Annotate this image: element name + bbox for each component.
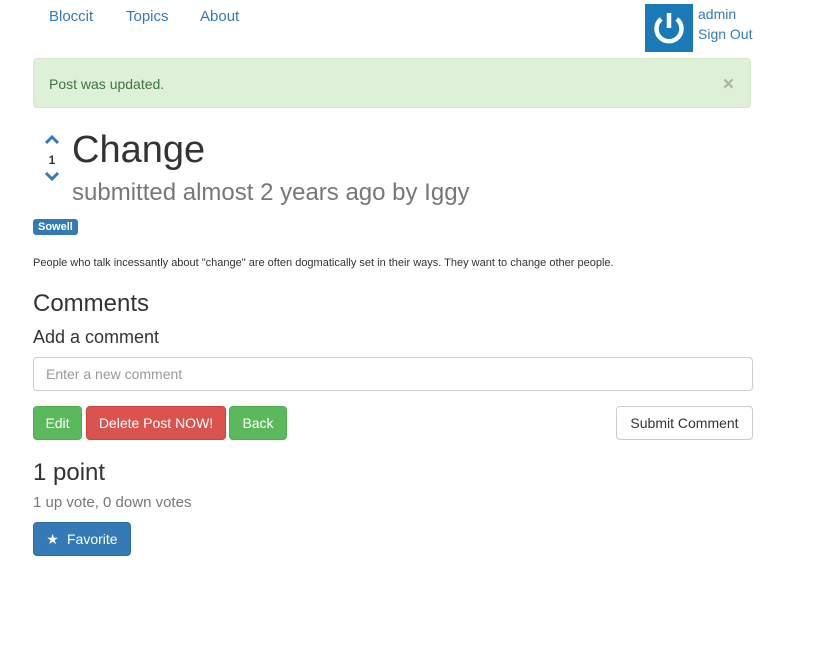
favorite-button[interactable]: ★ Favorite [33,522,131,556]
favorite-label: Favorite [66,531,118,547]
close-icon[interactable]: × [723,75,734,94]
success-alert: Post was updated. × [33,58,751,108]
delete-post-button[interactable]: Delete Post NOW! [86,406,226,440]
avatar[interactable] [645,4,693,52]
nav-link-topics[interactable]: Topics [126,8,169,25]
post-title: Change [72,129,206,171]
comments-heading: Comments [33,290,150,317]
sign-out-link[interactable]: Sign Out [698,26,752,42]
power-icon [654,13,684,44]
points-heading: 1 point [33,459,106,486]
comment-input[interactable] [33,357,753,391]
submit-comment-button[interactable]: Submit Comment [616,406,753,440]
add-comment-heading: Add a comment [33,327,160,347]
votes-summary: 1 up vote, 0 down votes [33,494,192,511]
star-icon: ★ [46,531,59,547]
nav-link-about[interactable]: About [200,8,239,25]
post-body: People who talk incessantly about "chang… [33,257,614,269]
chevron-up-icon[interactable] [44,133,60,145]
vote-count: 1 [48,153,56,167]
edit-button[interactable]: Edit [33,406,82,440]
back-button[interactable]: Back [229,406,287,440]
post-meta: submitted almost 2 years ago by Iggy [72,179,470,206]
user-name-link[interactable]: admin [698,6,736,22]
chevron-down-icon[interactable] [44,171,60,183]
nav-brand-bloccit[interactable]: Bloccit [49,8,93,25]
topic-badge[interactable]: Sowell [33,219,78,235]
alert-message: Post was updated. [49,76,165,92]
